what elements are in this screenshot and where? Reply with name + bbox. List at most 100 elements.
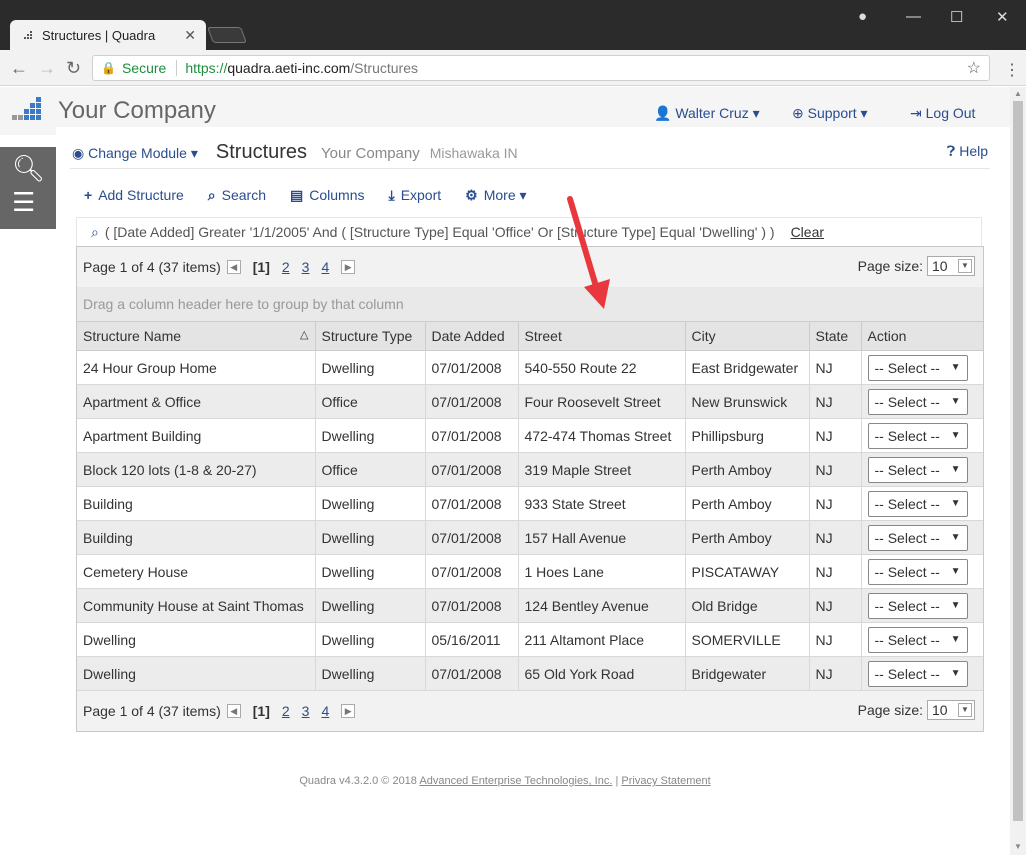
browser-tab[interactable]: Structures | Quadra ✕ bbox=[10, 20, 206, 50]
search-button[interactable]: ⌕ Search bbox=[208, 187, 266, 204]
group-drop-zone[interactable]: Drag a column header here to group by th… bbox=[77, 287, 983, 321]
user-menu[interactable]: 👤 Walter Cruz ▾ bbox=[654, 105, 760, 122]
table-cell: Block 120 lots (1-8 & 20-27) bbox=[77, 452, 316, 487]
page-link[interactable]: 2 bbox=[282, 259, 290, 275]
address-bar[interactable]: 🔒 Secure https:// quadra.aeti-inc.com /S… bbox=[92, 55, 990, 81]
table-row[interactable]: Apartment Building Dwelling 07/01/2008 472-… bbox=[77, 418, 983, 453]
column-header-street[interactable]: Street bbox=[518, 321, 686, 351]
scroll-down-icon[interactable]: ▼ bbox=[1014, 842, 1022, 851]
column-header-city[interactable]: City bbox=[685, 321, 810, 351]
row-action-select[interactable]: -- Select -- ▼ bbox=[867, 422, 968, 449]
table-cell: Dwelling bbox=[315, 554, 426, 589]
quadra-favicon bbox=[20, 29, 34, 41]
company-name[interactable]: Your Company bbox=[58, 97, 216, 125]
structures-table: Structure Name △ Structure Type Date Adde… bbox=[77, 321, 983, 691]
row-action-select[interactable]: -- Select -- ▼ bbox=[867, 558, 968, 585]
column-header-type[interactable]: Structure Type bbox=[315, 321, 426, 351]
table-cell-action: -- Select -- ▼ bbox=[861, 452, 983, 487]
list-icon[interactable]: ☰ bbox=[12, 187, 35, 218]
change-module-button[interactable]: ◉ Change Module ▾ bbox=[72, 145, 198, 162]
page-size-select[interactable]: 10 ▼ bbox=[927, 700, 975, 720]
chevron-down-icon: ▼ bbox=[950, 396, 961, 407]
page-size-select[interactable]: 10 ▼ bbox=[927, 256, 975, 276]
select-label: -- Select -- bbox=[874, 427, 940, 444]
table-cell: NJ bbox=[809, 486, 862, 521]
row-action-select[interactable]: -- Select -- ▼ bbox=[867, 524, 968, 551]
clear-filter-link[interactable]: Clear bbox=[791, 224, 824, 240]
search-icon: ⌕ bbox=[91, 223, 99, 240]
table-row[interactable]: 24 Hour Group Home Dwelling 07/01/2008 540-… bbox=[77, 350, 983, 385]
columns-icon: ▤ bbox=[290, 187, 304, 203]
page-link[interactable]: 3 bbox=[302, 259, 310, 275]
row-action-select[interactable]: -- Select -- ▼ bbox=[867, 388, 968, 415]
prev-page-icon[interactable]: ◀ bbox=[226, 260, 241, 274]
logout-link[interactable]: ⇥ Log Out bbox=[910, 105, 975, 122]
row-action-select[interactable]: -- Select -- ▼ bbox=[867, 660, 968, 687]
page-size: Page size: 10 ▼ bbox=[858, 700, 975, 720]
row-action-select[interactable]: -- Select -- ▼ bbox=[867, 490, 968, 517]
table-cell: 540-550 Route 22 bbox=[518, 350, 686, 385]
next-page-icon[interactable]: ▶ bbox=[341, 260, 356, 274]
table-cell: 07/01/2008 bbox=[425, 350, 519, 385]
table-cell-action: -- Select -- ▼ bbox=[861, 656, 983, 691]
table-row[interactable]: Building Dwelling 07/01/2008 933 State Stre… bbox=[77, 486, 983, 521]
prev-page-icon[interactable]: ◀ bbox=[226, 704, 241, 718]
browser-menu-icon[interactable]: ⋮ bbox=[1004, 60, 1020, 80]
table-cell: NJ bbox=[809, 554, 862, 589]
lock-icon: 🔒 bbox=[101, 61, 116, 75]
scroll-up-icon[interactable]: ▲ bbox=[1014, 89, 1022, 98]
column-header-date[interactable]: Date Added bbox=[425, 321, 519, 351]
table-row[interactable]: Block 120 lots (1-8 & 20-27) Office 07/01/… bbox=[77, 452, 983, 487]
maximize-icon[interactable]: ☐ bbox=[950, 8, 963, 26]
add-structure-button[interactable]: + Add Structure bbox=[84, 187, 184, 204]
page-link[interactable]: 2 bbox=[282, 703, 290, 719]
search-icon[interactable]: 🔍︎ bbox=[12, 153, 45, 184]
row-action-select[interactable]: -- Select -- ▼ bbox=[867, 592, 968, 619]
close-window-icon[interactable]: ✕ bbox=[996, 8, 1009, 26]
table-row[interactable]: Dwelling Dwelling 05/16/2011 211 Altamont P… bbox=[77, 622, 983, 657]
profile-icon[interactable]: ● bbox=[858, 8, 867, 25]
page-scrollbar[interactable]: ▲ ▼ bbox=[1010, 87, 1026, 855]
column-header-state[interactable]: State bbox=[809, 321, 862, 351]
page-link[interactable]: 4 bbox=[321, 259, 329, 275]
forward-icon[interactable]: → bbox=[38, 58, 56, 79]
company-link[interactable]: Advanced Enterprise Technologies, Inc. bbox=[419, 775, 612, 787]
export-button[interactable]: ⤓ Export bbox=[388, 187, 441, 204]
minimize-icon[interactable]: — bbox=[906, 8, 921, 25]
back-icon[interactable]: ← bbox=[10, 58, 28, 79]
table-row[interactable]: Building Dwelling 07/01/2008 157 Hall Avenu… bbox=[77, 520, 983, 555]
new-tab-button[interactable] bbox=[207, 27, 247, 43]
bookmark-star-icon[interactable]: ☆ bbox=[967, 58, 981, 78]
privacy-link[interactable]: Privacy Statement bbox=[621, 775, 710, 787]
column-header-name[interactable]: Structure Name △ bbox=[77, 321, 316, 351]
chevron-down-icon: ▼ bbox=[950, 498, 961, 509]
table-cell: 1 Hoes Lane bbox=[518, 554, 686, 589]
chevron-down-icon: ▼ bbox=[950, 668, 961, 679]
page-link[interactable]: 3 bbox=[302, 703, 310, 719]
reload-icon[interactable]: ↻ bbox=[66, 58, 81, 79]
url-path: /Structures bbox=[350, 60, 418, 76]
chevron-down-icon: ▼ bbox=[958, 259, 972, 273]
page-link[interactable]: 4 bbox=[321, 703, 329, 719]
close-tab-icon[interactable]: ✕ bbox=[184, 27, 196, 44]
table-row[interactable]: Community House at Saint Thomas Dwelling 0… bbox=[77, 588, 983, 623]
support-menu[interactable]: ⊕ Support ▾ bbox=[792, 105, 868, 122]
table-cell: NJ bbox=[809, 384, 862, 419]
more-button[interactable]: ⚙ More ▾ bbox=[465, 187, 526, 204]
row-action-select[interactable]: -- Select -- ▼ bbox=[867, 354, 968, 381]
scrollbar-thumb[interactable] bbox=[1013, 101, 1023, 821]
table-row[interactable]: Cemetery House Dwelling 07/01/2008 1 Hoes L… bbox=[77, 554, 983, 589]
table-cell: New Brunswick bbox=[685, 384, 810, 419]
row-action-select[interactable]: -- Select -- ▼ bbox=[867, 626, 968, 653]
browser-titlebar: Structures | Quadra ✕ ● — ☐ ✕ bbox=[0, 0, 1026, 50]
next-page-icon[interactable]: ▶ bbox=[341, 704, 356, 718]
columns-button[interactable]: ▤ Columns bbox=[290, 187, 364, 204]
table-row[interactable]: Apartment & Office Office 07/01/2008 Four R… bbox=[77, 384, 983, 419]
row-action-select[interactable]: -- Select -- ▼ bbox=[867, 456, 968, 483]
table-row[interactable]: Dwelling Dwelling 07/01/2008 65 Old York Ro… bbox=[77, 656, 983, 691]
company-logo[interactable] bbox=[12, 97, 44, 125]
table-cell: Dwelling bbox=[315, 656, 426, 691]
help-link[interactable]: ❓︎ Help bbox=[947, 143, 988, 160]
select-label: -- Select -- bbox=[874, 393, 940, 410]
table-cell: Perth Amboy bbox=[685, 452, 810, 487]
